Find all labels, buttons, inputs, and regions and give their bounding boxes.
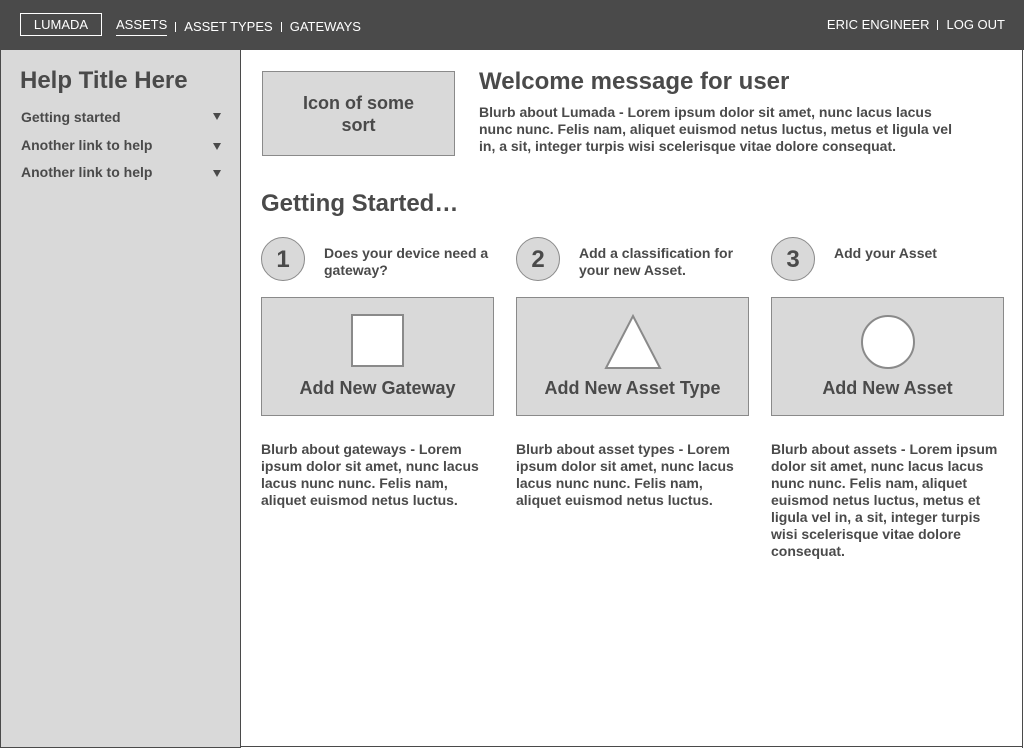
step-number-badge: 2 bbox=[516, 237, 560, 281]
step-number-badge: 1 bbox=[261, 237, 305, 281]
card-label: Add New Gateway bbox=[299, 378, 456, 398]
help-title: Help Title Here bbox=[20, 67, 188, 94]
step-description: Does your device need a gateway? bbox=[324, 245, 489, 278]
nav-divider bbox=[175, 21, 177, 32]
step-description: Add your Asset bbox=[834, 245, 937, 261]
lumada-logo-button[interactable]: LUMADA bbox=[20, 13, 102, 36]
triangle-icon bbox=[603, 314, 662, 369]
gateway-blurb: Blurb about gateways - Lorem ipsum dolor… bbox=[261, 441, 479, 508]
add-new-gateway-button[interactable]: Add New Gateway bbox=[261, 297, 494, 416]
square-icon bbox=[350, 314, 404, 367]
asset-type-blurb: Blurb about asset types - Lorem ipsum do… bbox=[516, 441, 734, 508]
top-nav-bar: LUMADA ASSETS ASSET TYPES GATEWAYS ERIC … bbox=[0, 0, 1024, 50]
card-label: Add New Asset Type bbox=[544, 378, 721, 398]
welcome-title: Welcome message for user bbox=[479, 68, 790, 95]
nav-assets-link[interactable]: ASSETS bbox=[116, 17, 168, 36]
add-new-asset-button[interactable]: Add New Asset bbox=[771, 297, 1004, 416]
welcome-icon-placeholder: Icon of some sort bbox=[262, 71, 455, 156]
getting-started-title: Getting Started… bbox=[261, 190, 459, 217]
card-label: Add New Asset bbox=[822, 378, 953, 398]
user-divider bbox=[937, 19, 939, 30]
step-description: Add a classification for your new Asset. bbox=[579, 245, 734, 278]
logout-link[interactable]: LOG OUT bbox=[946, 17, 1005, 32]
user-name-link[interactable]: ERIC ENGINEER bbox=[827, 17, 930, 32]
chevron-down-icon[interactable] bbox=[213, 143, 221, 150]
nav-divider bbox=[280, 21, 282, 32]
main-bottom-border bbox=[241, 746, 1023, 747]
main-nav: ASSETS ASSET TYPES GATEWAYS bbox=[116, 17, 361, 36]
add-new-asset-type-button[interactable]: Add New Asset Type bbox=[516, 297, 749, 416]
step-number-badge: 3 bbox=[771, 237, 815, 281]
welcome-blurb: Blurb about Lumada - Lorem ipsum dolor s… bbox=[479, 104, 952, 154]
help-link-label: Another link to help bbox=[21, 137, 153, 153]
main-right-border bbox=[1022, 50, 1023, 748]
help-link-2[interactable]: Another link to help bbox=[21, 137, 221, 153]
user-menu: ERIC ENGINEER LOG OUT bbox=[827, 17, 1005, 32]
circle-icon bbox=[860, 315, 915, 369]
help-link-3[interactable]: Another link to help bbox=[21, 164, 221, 180]
chevron-down-icon[interactable] bbox=[213, 113, 221, 120]
asset-blurb: Blurb about assets - Lorem ipsum dolor s… bbox=[771, 441, 998, 559]
chevron-down-icon[interactable] bbox=[213, 170, 221, 177]
help-link-getting-started[interactable]: Getting started bbox=[21, 109, 221, 125]
nav-gateways-link[interactable]: GATEWAYS bbox=[290, 19, 361, 35]
icon-placeholder-label: Icon of some sort bbox=[302, 92, 414, 135]
help-link-label: Another link to help bbox=[21, 164, 153, 180]
help-link-label: Getting started bbox=[21, 109, 121, 125]
help-sidebar: Help Title Here Getting started Another … bbox=[0, 50, 241, 748]
nav-asset-types-link[interactable]: ASSET TYPES bbox=[184, 19, 272, 35]
